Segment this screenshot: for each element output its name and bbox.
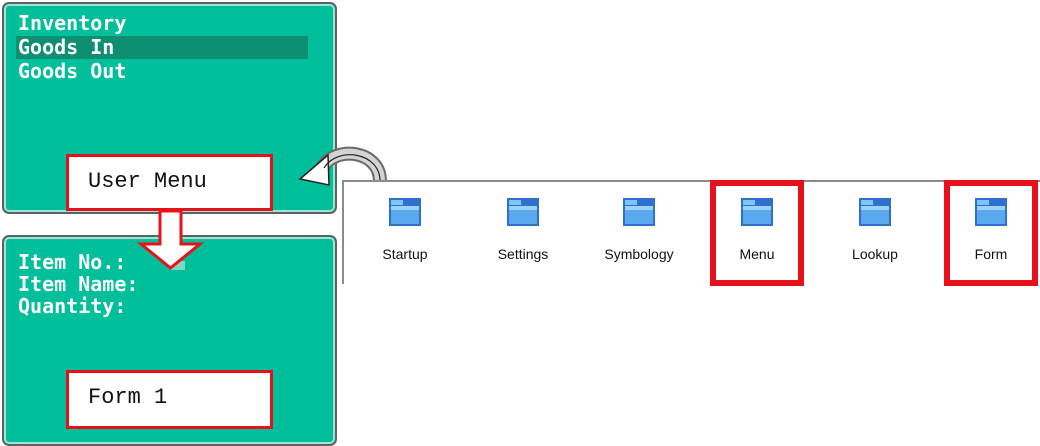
form-field-quantity[interactable]: Quantity: [18,296,126,317]
folder-symbology[interactable]: Symbology [594,194,684,274]
folder-label-symbology: Symbology [604,246,674,262]
folder-label-menu: Menu [739,246,775,262]
explorer-panel: Startup Settings Symbology Menu Lookup F… [342,180,1040,286]
user-menu-callout: User Menu [66,154,273,211]
folder-icon [389,198,421,226]
menu-item-goods-out[interactable]: Goods Out [18,61,126,82]
folder-settings[interactable]: Settings [478,194,568,274]
input-cursor [171,261,185,270]
folder-icon [741,198,773,226]
menu-item-inventory[interactable]: Inventory [18,13,126,34]
folder-lookup[interactable]: Lookup [830,194,920,274]
form-field-item-no[interactable]: Item No.: [18,252,126,273]
folder-menu[interactable]: Menu [712,194,802,274]
folder-form[interactable]: Form [946,194,1036,274]
form-1-callout: Form 1 [66,370,273,429]
folder-label-form: Form [974,246,1008,262]
menu-item-goods-in[interactable]: Goods In [18,37,114,58]
folder-startup[interactable]: Startup [360,194,450,274]
folder-icon [507,198,539,226]
form-field-item-name[interactable]: Item Name: [18,274,138,295]
folder-label-lookup: Lookup [852,246,898,262]
folder-icon [859,198,891,226]
folder-icon [623,198,655,226]
folder-icon [975,198,1007,226]
folder-label-settings: Settings [497,246,549,262]
folder-label-startup: Startup [382,246,428,262]
